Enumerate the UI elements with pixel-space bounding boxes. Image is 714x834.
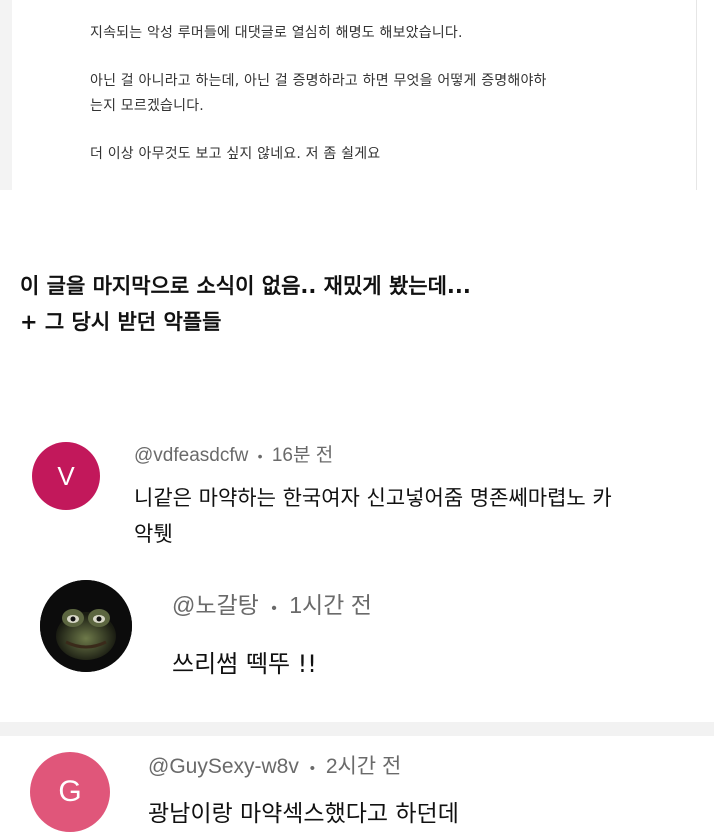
caption-line-1: 이 글을 마지막으로 소식이 없음.. 재밌게 봤는데... <box>20 274 471 298</box>
post-card-edge <box>0 0 12 190</box>
handle-text[interactable]: @vdfeasdcfw <box>134 445 248 466</box>
comment-handle[interactable]: @GuySexy-w8v • 2시간 전 <box>148 750 401 780</box>
handle-text[interactable]: @GuySexy-w8v <box>148 755 299 778</box>
comment-text-line-1: 니같은 마약하는 한국여자 신고넣어줌 명존쎄마렵노 카 <box>134 486 612 510</box>
caption-line-2: + 그 당시 받던 악플들 <box>20 310 222 334</box>
comment-2: @노갈탕 • 1시간 전 쓰리썸 떽뚜 !! <box>0 568 714 718</box>
comment-1: V @vdfeasdcfw • 16분 전 니같은 마약하는 한국여자 신고넣어… <box>0 420 714 560</box>
frog-avatar-icon[interactable] <box>40 580 132 672</box>
frog-avatar-icon-graphic <box>40 580 132 672</box>
post-line-2: 아닌 걸 아니라고 하는데, 아닌 걸 증명하라고 하면 무엇을 어떻게 증명해… <box>90 73 547 89</box>
post-line-3: 는지 모르겠습니다. <box>90 98 204 114</box>
post-card: 지속되는 악성 루머들에 대댓글로 열심히 해명도 해보았습니다. 아닌 걸 아… <box>0 0 697 190</box>
separator-dot: • <box>257 448 263 464</box>
comment-time: 2시간 전 <box>325 755 402 778</box>
comment-3: G @GuySexy-w8v • 2시간 전 광남이랑 마약섹스했다고 하던데 <box>0 736 714 834</box>
post-line-4: 더 이상 아무것도 보고 싶지 않네요. 저 좀 쉴게요 <box>90 146 381 162</box>
comment-text-line-2: 악퉷 <box>134 522 173 546</box>
comment-text-line-1: 쓰리썸 떽뚜 !! <box>172 650 317 678</box>
comment-divider <box>0 722 714 736</box>
avatar-letter: G <box>58 775 82 808</box>
comment-time: 1시간 전 <box>289 592 372 618</box>
avatar-letter: V <box>57 460 75 491</box>
comment-text-line-1: 광남이랑 마약섹스했다고 하던데 <box>148 801 459 827</box>
avatar[interactable]: V <box>32 442 100 510</box>
avatar[interactable]: G <box>30 752 110 832</box>
separator-dot: • <box>309 760 315 777</box>
comment-handle[interactable]: @노갈탕 • 1시간 전 <box>172 586 372 620</box>
comment-handle[interactable]: @vdfeasdcfw • 16분 전 <box>134 440 333 467</box>
handle-text[interactable]: @노갈탕 <box>172 592 259 618</box>
separator-dot: • <box>271 600 277 617</box>
comment-time: 16분 전 <box>271 445 334 466</box>
post-line-1: 지속되는 악성 루머들에 대댓글로 열심히 해명도 해보았습니다. <box>90 25 463 41</box>
